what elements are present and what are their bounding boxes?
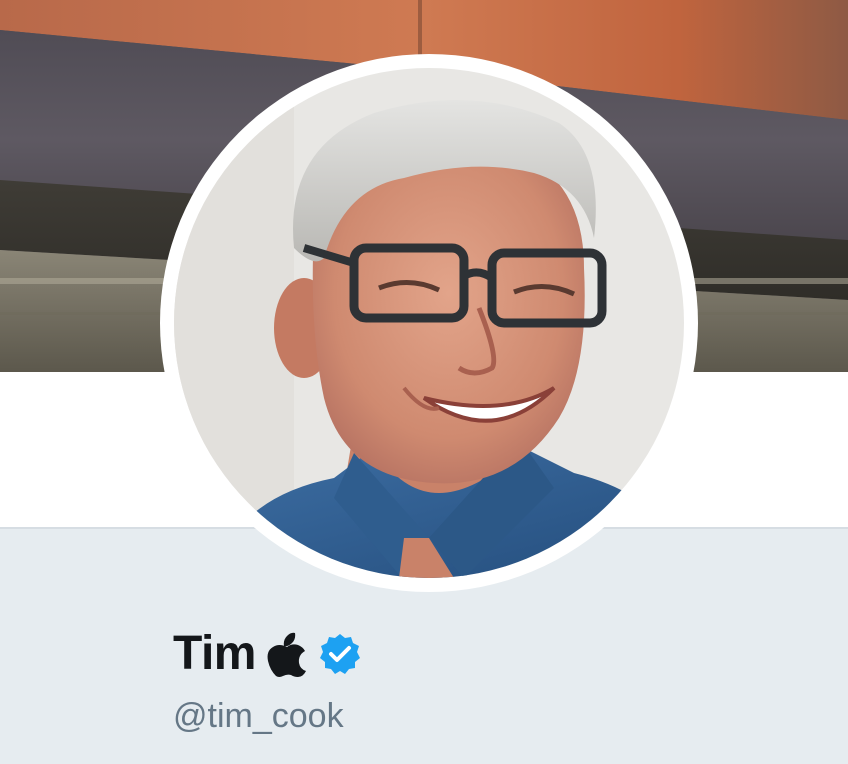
- profile-photo: [174, 68, 684, 578]
- display-name: Tim: [173, 627, 256, 680]
- apple-logo-icon: [267, 632, 306, 677]
- profile-handle[interactable]: @tim_cook: [173, 696, 344, 737]
- verified-badge-icon[interactable]: [318, 632, 362, 676]
- avatar[interactable]: [160, 54, 698, 592]
- profile-name-row: Tim: [173, 622, 362, 686]
